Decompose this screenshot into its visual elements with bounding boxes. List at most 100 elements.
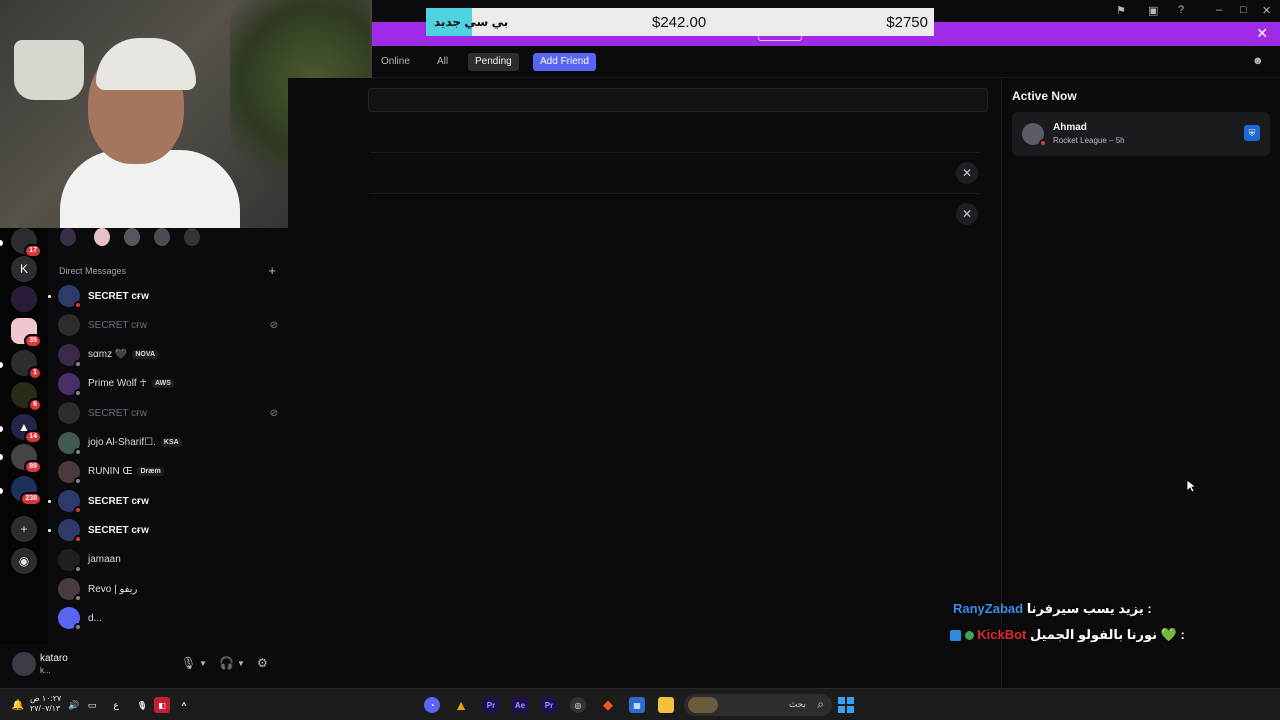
dm-item[interactable]: Prime Wolf ☥ AWS xyxy=(58,371,280,397)
after-effects-taskbar-icon[interactable]: Ae xyxy=(512,697,528,713)
dm-name: sαmz 🖤 xyxy=(88,349,128,361)
avatar[interactable] xyxy=(12,652,36,676)
server-icon[interactable] xyxy=(11,286,37,312)
tab-pending[interactable]: Pending xyxy=(468,53,519,71)
tab-all[interactable]: All xyxy=(430,53,455,71)
chevron-down-icon[interactable]: ▼ xyxy=(199,659,207,668)
chat-message: RanyZabad يزيد يسب سيرفرنا : xyxy=(953,601,1152,617)
tab-online[interactable]: Online xyxy=(374,53,417,71)
minimize-icon[interactable]: – xyxy=(1216,4,1222,16)
add-server-icon[interactable]: + xyxy=(11,516,37,542)
chevron-down-icon[interactable]: ▼ xyxy=(237,659,245,668)
server-icon[interactable]: 6 xyxy=(11,382,42,412)
avatar xyxy=(58,431,82,456)
system-clock[interactable]: ١٠:٢٧ ص ٢٧/٠٧/١٣ xyxy=(30,694,61,714)
avatar xyxy=(58,285,82,309)
app-tray-icon[interactable]: ◧ xyxy=(154,697,170,713)
dm-name: SECRET ᴄғᴡ xyxy=(88,407,148,419)
network-icon[interactable]: ▭ xyxy=(84,697,100,713)
dm-item[interactable]: SECRET ᴄғᴡ xyxy=(48,488,280,515)
file-explorer-taskbar-icon[interactable] xyxy=(658,697,674,713)
avatar xyxy=(58,314,80,337)
dm-item[interactable]: RUNIN Œ Dræm xyxy=(58,459,280,485)
dm-sidebar: Direct Messages + SECRET ᴄғᴡ SECRET ᴄғᴡ ⊘ s… xyxy=(48,228,288,644)
dm-item[interactable]: jojo Al-Sharif☐. KSA xyxy=(58,430,280,456)
dm-item[interactable]: d... xyxy=(58,605,280,632)
active-now-title: Active Now xyxy=(1012,89,1077,103)
chat-text: يزيد يسب سيرفرنا : xyxy=(1026,601,1152,616)
avatar xyxy=(58,372,82,397)
taskbar-search-input[interactable]: بحث ⌕ xyxy=(684,694,832,716)
cancel-request-icon[interactable]: ✕ xyxy=(956,203,978,225)
server-badge: 35 xyxy=(24,334,42,348)
vlc-taskbar-icon[interactable]: ▲ xyxy=(453,697,469,713)
close-window-icon[interactable]: ✕ xyxy=(1262,4,1271,17)
discover-icon[interactable]: ◉ xyxy=(11,548,37,574)
active-friend-card[interactable]: Ahmad Rocket League – 5h ⛨ xyxy=(1012,112,1270,156)
dm-item[interactable]: SECRET ᴄғᴡ xyxy=(48,283,280,309)
obs-taskbar-icon[interactable]: ◎ xyxy=(570,697,586,713)
status-indicator xyxy=(74,476,82,485)
dm-item[interactable]: Revo | ريفو xyxy=(58,576,280,602)
avatar xyxy=(58,519,82,544)
server-icon[interactable]: ▲ 14 xyxy=(11,414,42,444)
search-label: بحث xyxy=(788,699,806,709)
server-badge: 89 xyxy=(24,460,42,474)
headphones-icon[interactable]: 🎧 xyxy=(219,656,234,670)
person-cap xyxy=(96,38,196,90)
banner-close-icon[interactable]: ✕ xyxy=(1256,25,1268,42)
show-hidden-icons-chevron[interactable]: ^ xyxy=(176,697,192,713)
server-icon[interactable]: 89 xyxy=(11,444,42,474)
help-icon[interactable]: ? xyxy=(1178,4,1184,16)
start-menu-icon[interactable] xyxy=(838,697,854,713)
mic-tray-icon[interactable]: 🎙 xyxy=(134,697,150,713)
notification-bell-icon[interactable]: 🔔 xyxy=(10,697,26,713)
server-icon[interactable]: 1 xyxy=(11,350,42,380)
active-friend-name: Ahmad xyxy=(1053,122,1087,133)
add-friend-button[interactable]: Add Friend xyxy=(533,53,596,71)
premiere-taskbar-icon[interactable]: Pr xyxy=(541,697,557,713)
dm-name: Prime Wolf ☥ xyxy=(88,378,147,390)
status-indicator xyxy=(74,388,82,397)
volume-icon[interactable]: 🔊 xyxy=(66,697,82,713)
inbox-icon[interactable]: ▣ xyxy=(1148,4,1158,17)
friends-main-panel: ✕ ✕ xyxy=(288,78,1000,688)
server-folder[interactable]: 238 xyxy=(11,476,42,506)
dm-item[interactable]: SECRET ᴄғᴡ xyxy=(48,517,280,544)
pending-request-row[interactable]: ✕ xyxy=(370,152,980,192)
discord-taskbar-icon[interactable]: ◔ xyxy=(424,697,440,713)
dm-item[interactable]: SECRET ᴄғᴡ ⊘ xyxy=(58,312,280,338)
brave-taskbar-icon[interactable]: ◆ xyxy=(600,697,616,713)
flag-icon[interactable]: ⚑ xyxy=(1116,4,1126,17)
unread-indicator xyxy=(48,294,51,298)
clock-time: ١٠:٢٧ ص xyxy=(30,694,62,703)
premiere-taskbar-icon[interactable]: Pr xyxy=(483,697,499,713)
friends-search-input[interactable] xyxy=(368,88,988,112)
active-friend-activity: Rocket League – 5h xyxy=(1053,136,1125,145)
new-group-dm-icon[interactable]: ☻ xyxy=(1252,55,1264,67)
server-icon[interactable]: K xyxy=(11,256,37,282)
dm-section-header: Direct Messages xyxy=(59,266,127,276)
dm-item[interactable]: SECRET ᴄғᴡ ⊘ xyxy=(58,400,280,426)
server-badge: 1 xyxy=(28,366,42,380)
settings-gear-icon[interactable]: ⚙ xyxy=(257,656,268,670)
username: kataro xyxy=(40,653,68,664)
dm-item[interactable]: sαmz 🖤 NOVA xyxy=(58,342,280,368)
language-indicator[interactable]: ع xyxy=(108,697,124,713)
pending-request-row[interactable]: ✕ xyxy=(370,193,980,233)
dm-item[interactable]: jamaan xyxy=(58,547,280,573)
create-dm-icon[interactable]: + xyxy=(268,263,276,278)
store-taskbar-icon[interactable]: ▦ xyxy=(629,697,645,713)
hidden-eye-icon[interactable]: ⊘ xyxy=(270,408,278,419)
maximize-icon[interactable]: □ xyxy=(1240,4,1247,16)
hidden-eye-icon[interactable]: ⊘ xyxy=(270,320,278,331)
user-panel: kataro k... 🎙 ▼ 🎧 ▼ ⚙ xyxy=(0,644,288,688)
server-icon[interactable]: 17 xyxy=(11,228,42,258)
mouse-cursor-icon xyxy=(1186,479,1196,493)
ticker-label: بي سي جديد xyxy=(434,15,509,29)
cancel-request-icon[interactable]: ✕ xyxy=(956,162,978,184)
windows-taskbar: 🔔 ١٠:٢٧ ص ٢٧/٠٧/١٣ 🔊 ▭ ع 🎙 ◧ ^ ◔ ▲ Pr Ae… xyxy=(0,688,1280,720)
status-indicator xyxy=(74,623,82,632)
server-icon[interactable]: 35 xyxy=(11,318,42,348)
microphone-icon[interactable]: 🎙 xyxy=(181,656,196,670)
